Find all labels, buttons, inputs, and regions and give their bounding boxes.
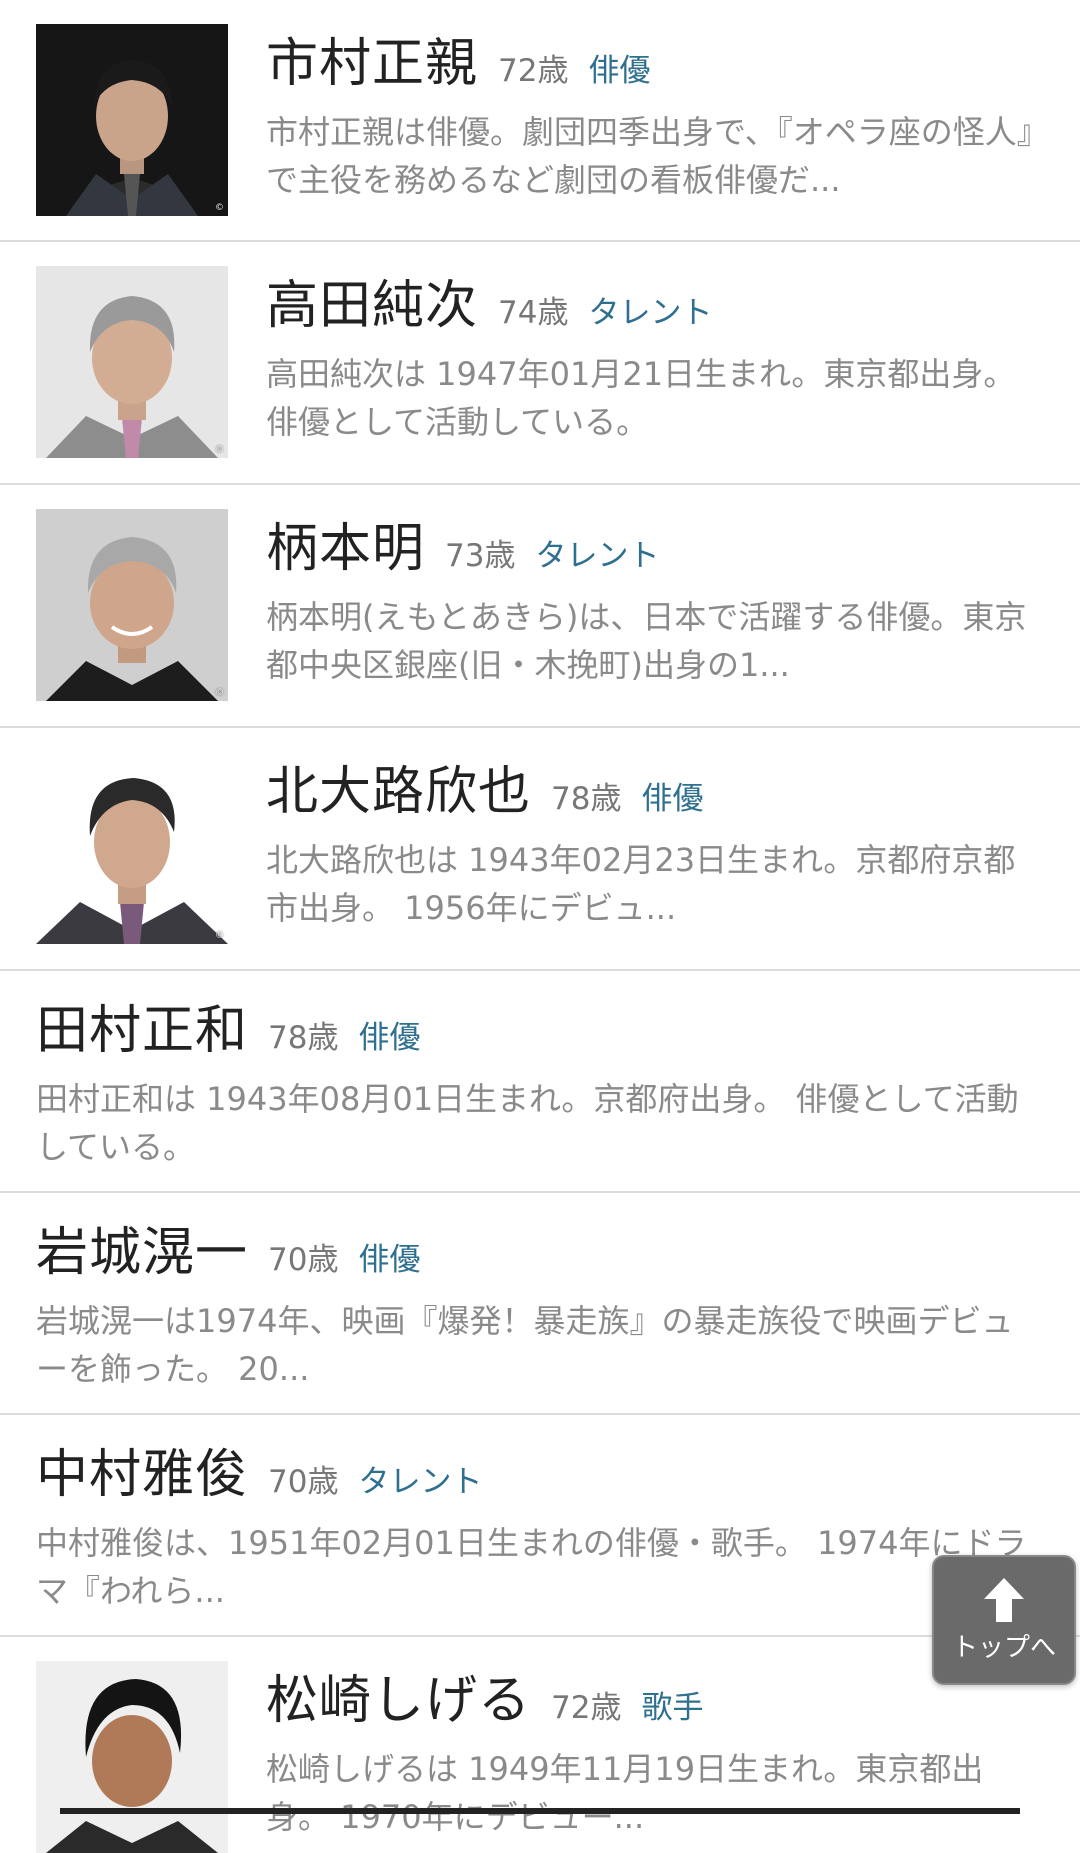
item-header: 柄本明 73歳 タレント xyxy=(266,517,1044,581)
person-name[interactable]: 岩城滉一 xyxy=(36,1221,248,1285)
item-header: 田村正和 78歳 俳優 xyxy=(36,999,1044,1063)
person-photo[interactable]: © xyxy=(36,24,228,216)
item-text: 高田純次 74歳 タレント 高田純次は 1947年01月21日生まれ。東京都出身… xyxy=(266,274,1044,446)
item-header: 岩城滉一 70歳 俳優 xyxy=(36,1221,1044,1285)
list-item[interactable]: © 柄本明 73歳 タレント 柄本明(えもとあきら)は、日本で活躍する俳優。東京… xyxy=(0,485,1080,728)
person-age: 78歳 xyxy=(551,781,622,817)
person-age: 74歳 xyxy=(498,295,569,331)
item-header: 松崎しげる 72歳 歌手 xyxy=(266,1669,1044,1733)
person-age: 78歳 xyxy=(268,1020,339,1056)
person-description: 中村雅俊は、1951年02月01日生まれの俳優・歌手。 1974年にドラマ『われ… xyxy=(36,1524,1027,1610)
person-category[interactable]: 俳優 xyxy=(588,45,650,90)
item-text: 市村正親 72歳 俳優 市村正親は俳優。劇団四季出身で、『オペラ座の怪人』で主役… xyxy=(266,32,1044,204)
person-name[interactable]: 田村正和 xyxy=(36,999,248,1063)
person-age: 72歳 xyxy=(498,53,569,89)
item-text: 田村正和 78歳 俳優 田村正和は 1943年08月01日生まれ。京都府出身。 … xyxy=(36,999,1044,1171)
list-item[interactable]: © 北大路欣也 78歳 俳優 北大路欣也は 1943年02月23日生まれ。京都府… xyxy=(0,728,1080,971)
list-item[interactable]: © 高田純次 74歳 タレント 高田純次は 1947年01月21日生まれ。東京都… xyxy=(0,242,1080,485)
person-name[interactable]: 中村雅俊 xyxy=(36,1443,248,1507)
person-category[interactable]: タレント xyxy=(588,287,712,332)
person-description: 田村正和は 1943年08月01日生まれ。京都府出身。 俳優として活動している。 xyxy=(36,1080,1019,1166)
list-item[interactable]: 岩城滉一 70歳 俳優 岩城滉一は1974年、映画『爆発！暴走族』の暴走族役で映… xyxy=(0,1193,1080,1415)
person-photo[interactable]: © xyxy=(36,752,228,944)
person-category[interactable]: 俳優 xyxy=(358,1012,420,1057)
list-item[interactable]: 松崎しげる 72歳 歌手 松崎しげるは 1949年11月19日生まれ。東京都出身… xyxy=(0,1637,1080,1853)
person-name[interactable]: 市村正親 xyxy=(266,32,478,96)
person-photo[interactable] xyxy=(36,1661,228,1853)
scroll-to-top-button[interactable]: トップへ xyxy=(932,1555,1076,1685)
item-text: 中村雅俊 70歳 タレント 中村雅俊は、1951年02月01日生まれの俳優・歌手… xyxy=(36,1443,1044,1615)
item-header: 北大路欣也 78歳 俳優 xyxy=(266,760,1044,824)
person-description: 高田純次は 1947年01月21日生まれ。東京都出身。俳優として活動している。 xyxy=(266,355,1016,441)
scroll-to-top-label: トップへ xyxy=(951,1633,1056,1663)
person-description: 市村正親は俳優。劇団四季出身で、『オペラ座の怪人』で主役を務めるなど劇団の看板俳… xyxy=(266,113,1033,199)
person-description: 松崎しげるは 1949年11月19日生まれ。東京都出身。 1970年にデビュー.… xyxy=(266,1750,984,1836)
person-photo[interactable]: © xyxy=(36,509,228,701)
item-text: 松崎しげる 72歳 歌手 松崎しげるは 1949年11月19日生まれ。東京都出身… xyxy=(266,1669,1044,1841)
photo-credit: © xyxy=(215,688,224,698)
item-text: 柄本明 73歳 タレント 柄本明(えもとあきら)は、日本で活躍する俳優。東京都中… xyxy=(266,517,1044,689)
bottom-edge-bar xyxy=(60,1808,1020,1814)
person-category[interactable]: タレント xyxy=(358,1456,482,1501)
item-header: 市村正親 72歳 俳優 xyxy=(266,32,1044,96)
photo-credit: © xyxy=(215,445,224,455)
person-name[interactable]: 高田純次 xyxy=(266,274,478,338)
list-item[interactable]: 中村雅俊 70歳 タレント 中村雅俊は、1951年02月01日生まれの俳優・歌手… xyxy=(0,1415,1080,1637)
person-category[interactable]: タレント xyxy=(535,530,659,575)
person-name[interactable]: 北大路欣也 xyxy=(266,760,531,824)
person-name[interactable]: 松崎しげる xyxy=(266,1669,531,1733)
person-age: 70歳 xyxy=(268,1464,339,1500)
item-text: 岩城滉一 70歳 俳優 岩城滉一は1974年、映画『爆発！暴走族』の暴走族役で映… xyxy=(36,1221,1044,1393)
person-age: 72歳 xyxy=(551,1690,622,1726)
person-description: 岩城滉一は1974年、映画『爆発！暴走族』の暴走族役で映画デビューを飾った。 2… xyxy=(36,1302,1014,1388)
person-age: 73歳 xyxy=(445,538,516,574)
person-name[interactable]: 柄本明 xyxy=(266,517,425,581)
photo-credit: © xyxy=(215,931,224,941)
item-header: 中村雅俊 70歳 タレント xyxy=(36,1443,1044,1507)
person-age: 70歳 xyxy=(268,1242,339,1278)
list-item[interactable]: © 市村正親 72歳 俳優 市村正親は俳優。劇団四季出身で、『オペラ座の怪人』で… xyxy=(0,0,1080,242)
item-text: 北大路欣也 78歳 俳優 北大路欣也は 1943年02月23日生まれ。京都府京都… xyxy=(266,760,1044,932)
photo-credit: © xyxy=(215,203,224,213)
person-category[interactable]: 俳優 xyxy=(358,1234,420,1279)
person-description: 北大路欣也は 1943年02月23日生まれ。京都府京都市出身。 1956年にデビ… xyxy=(266,841,1016,927)
person-category[interactable]: 歌手 xyxy=(641,1682,703,1727)
person-photo[interactable]: © xyxy=(36,266,228,458)
item-header: 高田純次 74歳 タレント xyxy=(266,274,1044,338)
person-category[interactable]: 俳優 xyxy=(641,773,703,818)
person-description: 柄本明(えもとあきら)は、日本で活躍する俳優。東京都中央区銀座(旧・木挽町)出身… xyxy=(266,598,1027,684)
list-item[interactable]: 田村正和 78歳 俳優 田村正和は 1943年08月01日生まれ。京都府出身。 … xyxy=(0,971,1080,1193)
arrow-up-icon xyxy=(934,1575,1074,1625)
